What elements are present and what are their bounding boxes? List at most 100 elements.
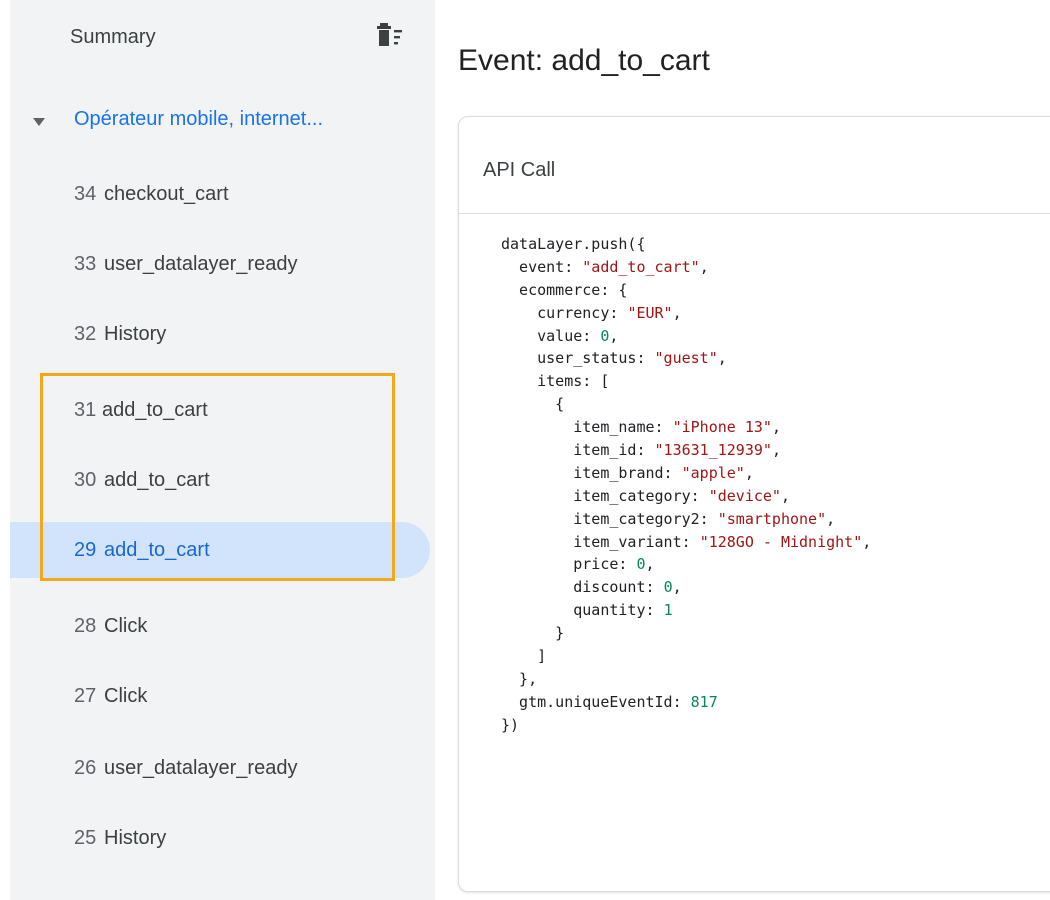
code-token: ,	[771, 418, 781, 437]
code-token: item_category:	[501, 486, 709, 505]
event-item-26[interactable]: 26 user_datalayer_ready	[10, 740, 430, 796]
code-token: dataLayer.push({	[501, 235, 646, 253]
code-line: currency: "EUR",	[501, 302, 871, 325]
event-name: add_to_cart	[104, 469, 210, 491]
event-item-33[interactable]: 33 user_datalayer_ready	[10, 236, 430, 292]
code-token: item_brand:	[501, 463, 682, 482]
code-token: ,	[699, 257, 709, 276]
code-token: ,	[672, 303, 682, 322]
code-token: "EUR"	[627, 303, 673, 322]
code-token: "add_to_cart"	[582, 257, 700, 276]
code-line: item_id: "13631_12939",	[501, 439, 871, 462]
code-token: 0	[636, 555, 646, 574]
event-name: History	[104, 827, 167, 849]
card-header: API Call	[459, 117, 1050, 214]
code-token: }	[501, 624, 565, 643]
event-item-27[interactable]: 27 Click	[10, 668, 430, 724]
code-token: quantity:	[501, 601, 664, 620]
event-number: 26	[74, 757, 97, 779]
api-call-card: API Call dataLayer.push({ event: "add_to…	[458, 116, 1050, 892]
code-line: },	[501, 668, 871, 691]
code-line: }	[501, 622, 871, 645]
event-name: Click	[104, 685, 148, 707]
code-line: item_variant: "128GO - Midnight",	[501, 531, 871, 554]
code-line: item_category: "device",	[501, 485, 871, 508]
code-line: item_brand: "apple",	[501, 462, 871, 485]
event-name: user_datalayer_ready	[104, 757, 298, 779]
event-name: add_to_cart	[102, 399, 208, 421]
event-name: checkout_cart	[104, 183, 229, 205]
code-token: value:	[501, 326, 601, 345]
code-token: item_name:	[501, 418, 673, 437]
event-name: Click	[104, 615, 148, 637]
container-label: Opérateur mobile, internet...	[74, 108, 324, 130]
code-token: user_status:	[501, 349, 655, 368]
code-line: {	[501, 393, 871, 416]
code-line: item_category2: "smartphone",	[501, 508, 871, 531]
event-number: 25	[74, 827, 97, 849]
code-line: gtm.uniqueEventId: 817	[501, 691, 871, 714]
code-token: ,	[645, 555, 655, 574]
tag-assistant-window: Summary Opérateur mobile, internet... 34…	[0, 0, 1050, 900]
event-number: 34	[74, 183, 97, 205]
code-token: ,	[771, 441, 781, 460]
code-token: 1	[663, 601, 673, 620]
event-number: 28	[74, 615, 97, 637]
code-token: "128GO - Midnight"	[699, 532, 863, 551]
code-line: dataLayer.push({	[501, 233, 871, 256]
code-token: {	[501, 395, 565, 414]
event-number: 27	[74, 685, 97, 707]
code-token: items: [	[501, 372, 610, 391]
code-line: })	[501, 714, 871, 737]
code-token: event:	[501, 257, 583, 276]
event-item-31[interactable]: 31 add_to_cart	[10, 382, 430, 438]
code-token: ,	[672, 578, 682, 597]
code-token: price:	[501, 555, 637, 574]
event-name: user_datalayer_ready	[104, 253, 298, 275]
event-number: 33	[74, 253, 97, 275]
event-name: add_to_cart	[104, 539, 210, 561]
summary-label: Summary	[70, 26, 156, 48]
code-token: item_category2:	[501, 509, 718, 528]
code-token: ecommerce: {	[501, 280, 628, 299]
code-token: "smartphone"	[717, 509, 827, 528]
code-token: },	[501, 669, 538, 688]
event-number: 31	[74, 399, 97, 421]
code-line: discount: 0,	[501, 576, 871, 599]
event-item-25[interactable]: 25 History	[10, 810, 430, 866]
code-token: "13631_12939"	[654, 441, 772, 460]
code-token: ,	[744, 463, 754, 482]
code-token: ,	[862, 532, 872, 551]
event-item-32[interactable]: 32 History	[10, 306, 430, 362]
code-token: gtm.uniqueEventId:	[501, 692, 691, 711]
code-token: ]	[501, 647, 547, 666]
container-row[interactable]: Opérateur mobile, internet...	[10, 98, 435, 138]
event-number: 30	[74, 469, 97, 491]
code-line: ]	[501, 645, 871, 668]
code-line: price: 0,	[501, 553, 871, 576]
card-title: API Call	[483, 159, 556, 181]
page-title: Event: add_to_cart	[458, 44, 710, 77]
code-line: ecommerce: {	[501, 279, 871, 302]
code-token: ,	[609, 326, 619, 345]
code-line: quantity: 1	[501, 599, 871, 622]
caret-down-icon[interactable]	[32, 114, 46, 126]
code-token: "iPhone 13"	[672, 418, 772, 437]
delete-sweep-icon[interactable]	[376, 22, 404, 48]
code-token: ,	[717, 349, 727, 368]
event-item-34[interactable]: 34 checkout_cart	[10, 166, 430, 222]
summary-row[interactable]: Summary	[10, 0, 435, 78]
code-token: discount:	[501, 578, 664, 597]
event-item-28[interactable]: 28 Click	[10, 598, 430, 654]
event-name: History	[104, 323, 167, 345]
code-token: 817	[690, 692, 718, 711]
event-item-30[interactable]: 30 add_to_cart	[10, 452, 430, 508]
code-token: ,	[826, 509, 836, 528]
code-block: dataLayer.push({ event: "add_to_cart", e…	[501, 233, 871, 737]
event-number: 32	[74, 323, 97, 345]
event-item-29[interactable]: 29 add_to_cart	[10, 522, 430, 578]
code-line: items: [	[501, 370, 871, 393]
code-token: "apple"	[681, 463, 745, 482]
code-token: ,	[780, 486, 790, 505]
code-token: 0	[663, 578, 673, 597]
